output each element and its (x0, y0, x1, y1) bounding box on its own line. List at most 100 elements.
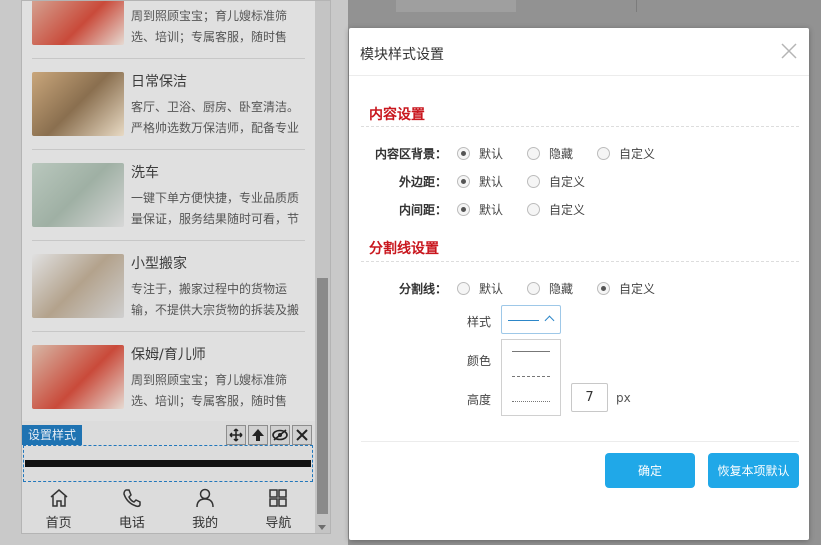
service-title: 小型搬家 (131, 256, 187, 272)
padding-label: 内间距： (398, 203, 447, 217)
set-style-tag[interactable]: 设置样式 (22, 425, 83, 445)
tab-label: 导航 (265, 516, 292, 531)
height-input[interactable]: 7 (571, 383, 608, 412)
divider-hide-radio[interactable]: 隐藏 (527, 280, 573, 297)
height-label: 高度 (467, 393, 492, 407)
radio-icon (457, 203, 470, 216)
radio-icon (457, 147, 470, 160)
option-label: 默认 (479, 203, 504, 217)
list-item[interactable]: 日常保洁 客厅、卫浴、厨房、卧室清洁。严格帅选数万保洁师，配备专业 (32, 59, 305, 150)
margin-row: 外边距： 默认 自定义 (349, 173, 809, 191)
option-label: 自定义 (619, 282, 656, 296)
service-image (32, 163, 124, 227)
reset-default-button[interactable]: 恢复本项默认 (708, 453, 799, 488)
line-style-select[interactable] (501, 305, 561, 334)
phone-preview: 周到照顾宝宝；育儿嫂标准筛选、培训；专属客服，随时售 日常保洁 客厅、卫浴、厨房… (21, 0, 331, 534)
service-image (32, 345, 124, 409)
radio-icon (457, 175, 470, 188)
padding-row: 内间距： 默认 自定义 (349, 201, 809, 219)
service-image (32, 254, 124, 318)
line-style-solid-option[interactable] (512, 351, 550, 352)
option-label: 隐藏 (549, 147, 574, 161)
close-icon[interactable] (780, 42, 798, 60)
user-icon (196, 488, 214, 508)
service-image (32, 1, 124, 45)
service-desc: 周到照顾宝宝；育儿嫂标准筛选、培训；专属客服，随时售 (131, 373, 288, 408)
option-label: 自定义 (619, 147, 656, 161)
divider-row: 分割线： 默认 隐藏 自定义 (349, 280, 809, 298)
list-item[interactable]: 周到照顾宝宝；育儿嫂标准筛选、培训；专属客服，随时售 (32, 1, 305, 59)
tab-label: 首页 (45, 516, 72, 531)
chevron-up-icon (544, 315, 555, 326)
tab-label: 电话 (118, 516, 145, 531)
tab-mine[interactable]: 我的 (169, 485, 242, 533)
divider-section-title: 分割线设置 (369, 241, 439, 257)
radio-icon (457, 282, 470, 295)
margin-default-radio[interactable]: 默认 (457, 173, 503, 190)
divider-default-radio[interactable]: 默认 (457, 280, 503, 297)
dialog-header: 模块样式设置 (349, 28, 809, 76)
option-label: 隐藏 (549, 282, 574, 296)
section-divider (361, 126, 799, 127)
divider-label: 分割线： (398, 282, 447, 296)
service-desc: 周到照顾宝宝；育儿嫂标准筛选、培训；专属客服，随时售 (131, 9, 288, 44)
service-image (32, 72, 124, 136)
radio-icon (597, 147, 610, 160)
move-icon[interactable] (226, 425, 246, 445)
list-item[interactable]: 小型搬家 专注于，搬家过程中的货物运输，不提供大宗货物的拆装及搬 (32, 241, 305, 332)
panel-tab-divider (636, 0, 637, 12)
scrollbar-thumb[interactable] (317, 278, 328, 514)
divider-module[interactable] (23, 445, 313, 482)
service-desc: 一键下单方便快捷，专业品质质量保证，服务结果随时可看，节 (131, 191, 300, 226)
section-divider (361, 261, 799, 262)
scroll-down-arrow-icon[interactable] (318, 525, 326, 530)
tab-home[interactable]: 首页 (22, 485, 95, 533)
list-item[interactable]: 洗车 一键下单方便快捷，专业品质质量保证，服务结果随时可看，节 (32, 150, 305, 241)
service-desc: 专注于，搬家过程中的货物运输，不提供大宗货物的拆装及搬 (131, 282, 300, 317)
move-up-icon[interactable] (248, 425, 268, 445)
line-style-dropdown (501, 339, 561, 416)
padding-custom-radio[interactable]: 自定义 (527, 201, 585, 218)
option-label: 自定义 (549, 203, 586, 217)
radio-icon (527, 282, 540, 295)
margin-custom-radio[interactable]: 自定义 (527, 173, 585, 190)
tab-phone[interactable]: 电话 (95, 485, 168, 533)
phone-icon (123, 489, 141, 508)
style-label: 样式 (467, 315, 492, 329)
service-title: 洗车 (131, 165, 159, 181)
content-bg-hide-radio[interactable]: 隐藏 (527, 145, 573, 162)
scrollbar[interactable] (315, 1, 330, 533)
content-bg-label: 内容区背景： (374, 147, 447, 161)
divider-custom-radio[interactable]: 自定义 (597, 280, 655, 297)
grid-icon (269, 489, 288, 507)
height-unit: px (616, 391, 631, 405)
option-label: 默认 (479, 147, 504, 161)
radio-icon (527, 175, 540, 188)
eye-icon[interactable] (270, 425, 290, 445)
service-list: 周到照顾宝宝；育儿嫂标准筛选、培训；专属客服，随时售 日常保洁 客厅、卫浴、厨房… (22, 1, 315, 421)
footer-divider (361, 441, 799, 442)
line-style-sample (508, 320, 539, 321)
module-style-dialog: 模块样式设置 内容设置 内容区背景： 默认 隐藏 自定义 外边距： 默认 自定义… (349, 28, 809, 540)
dialog-title: 模块样式设置 (360, 47, 444, 63)
bottom-tabbar: 首页 电话 我的 导航 (22, 485, 315, 533)
content-bg-default-radio[interactable]: 默认 (457, 145, 503, 162)
content-section-title: 内容设置 (369, 107, 425, 123)
module-toolbar (226, 425, 312, 445)
padding-default-radio[interactable]: 默认 (457, 201, 503, 218)
tab-label: 我的 (192, 516, 219, 531)
confirm-button[interactable]: 确定 (605, 453, 695, 488)
service-title: 日常保洁 (131, 74, 187, 90)
radio-icon (527, 203, 540, 216)
option-label: 默认 (479, 175, 504, 189)
radio-icon (527, 147, 540, 160)
panel-tab-bg (396, 0, 516, 12)
list-item[interactable]: 保姆/育儿师 周到照顾宝宝；育儿嫂标准筛选、培训；专属客服，随时售 (32, 332, 305, 421)
line-style-dashed-option[interactable] (512, 376, 550, 377)
home-icon (50, 489, 68, 507)
delete-icon[interactable] (292, 425, 312, 445)
tab-nav[interactable]: 导航 (242, 485, 315, 533)
line-style-dotted-option[interactable] (512, 401, 550, 402)
service-desc: 客厅、卫浴、厨房、卧室清洁。严格帅选数万保洁师，配备专业 (131, 100, 300, 135)
content-bg-custom-radio[interactable]: 自定义 (597, 145, 655, 162)
